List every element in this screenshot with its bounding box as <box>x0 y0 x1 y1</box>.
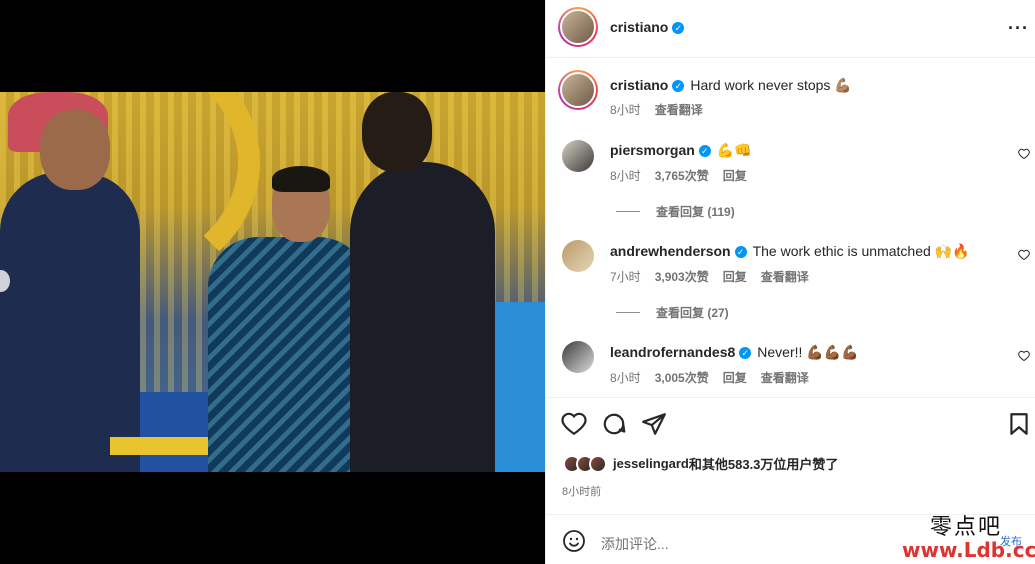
post-header: cristiano ✓ ··· <box>546 0 1035 58</box>
instagram-post-view: cristiano ✓ ··· cristiano ✓ Hard work never… <box>0 0 1035 564</box>
comment-input[interactable]: 添加评论... <box>601 534 669 554</box>
caption-row: cristiano ✓ Hard work never stops 💪🏽 <box>610 77 852 94</box>
likes-summary: jesselingard 和其他583.3万位用户赞了 <box>563 454 838 473</box>
comment-username[interactable]: piersmorgan <box>610 142 695 158</box>
caption-text: Hard work never stops <box>690 77 831 93</box>
comment-reply-button[interactable]: 回复 <box>723 369 747 386</box>
caption-translate-link[interactable]: 查看翻译 <box>655 101 703 118</box>
caption-username[interactable]: cristiano <box>610 77 668 93</box>
comment-username[interactable]: andrewhenderson <box>610 243 731 259</box>
verified-badge-icon: ✓ <box>698 145 711 158</box>
verified-badge-icon: ✓ <box>734 246 747 259</box>
comment-time[interactable]: 8小时 <box>610 369 641 386</box>
comment-like-heart-icon[interactable] <box>1018 148 1030 160</box>
verified-badge-icon: ✓ <box>672 22 685 35</box>
comment-likes[interactable]: 3,765次赞 <box>655 167 709 184</box>
view-replies-label: 查看回复 (27) <box>656 306 729 320</box>
comment-emoji: 🙌🔥 <box>934 243 970 259</box>
send-icon[interactable] <box>641 411 667 437</box>
liker-avatars[interactable] <box>563 454 607 473</box>
comment-avatar[interactable] <box>562 341 594 373</box>
comment-time[interactable]: 7小时 <box>610 268 641 285</box>
comment-text: Never!! <box>757 344 803 360</box>
verified-badge-icon: ✓ <box>739 347 752 360</box>
post-photo <box>0 92 545 472</box>
liker-username[interactable]: jesselingard <box>613 456 689 471</box>
comment-reply-button[interactable]: 回复 <box>723 167 747 184</box>
view-replies-label: 查看回复 (119) <box>656 205 735 219</box>
watermark-title: 零点吧 <box>930 515 1003 540</box>
comment-likes[interactable]: 3,005次赞 <box>655 369 709 386</box>
watermark-logo: 零点吧 www.Ldb.cc 发布 <box>902 506 1035 564</box>
comment-translate-link[interactable]: 查看翻译 <box>761 369 809 386</box>
post-side-panel: cristiano ✓ ··· cristiano ✓ Hard work never… <box>545 0 1035 564</box>
comment-text: The work ethic is unmatched <box>752 243 931 259</box>
post-time[interactable]: 8小时前 <box>562 483 601 499</box>
comment-emoji: 💪👊 <box>716 142 752 158</box>
post-media <box>0 0 545 564</box>
bookmark-icon[interactable] <box>1006 411 1032 437</box>
comment-translate-link[interactable]: 查看翻译 <box>761 268 809 285</box>
comment-reply-button[interactable]: 回复 <box>723 268 747 285</box>
comment-like-heart-icon[interactable] <box>1018 249 1030 261</box>
caption-time[interactable]: 8小时 <box>610 101 641 118</box>
caption-avatar[interactable] <box>558 70 598 110</box>
view-replies-button[interactable]: 查看回复 (119) <box>616 203 735 220</box>
comment-avatar[interactable] <box>562 140 594 172</box>
comment-emoji: 💪🏾💪🏾💪🏾 <box>806 344 859 360</box>
comment-meta: 7小时 3,903次赞 回复 查看翻译 <box>610 268 809 285</box>
author-username[interactable]: cristiano ✓ <box>610 19 685 35</box>
likes-count[interactable]: 和其他583.3万位用户赞了 <box>689 454 839 473</box>
caption-emoji: 💪🏽 <box>834 77 852 93</box>
caption-meta: 8小时 查看翻译 <box>610 101 703 118</box>
smile-icon[interactable] <box>562 529 586 553</box>
watermark-publish: 发布 <box>1000 536 1022 548</box>
comment-time[interactable]: 8小时 <box>610 167 641 184</box>
comment-username[interactable]: leandrofernandes8 <box>610 344 735 360</box>
comment-row: leandrofernandes8 ✓ Never!! 💪🏾💪🏾💪🏾 <box>610 344 859 361</box>
comment-icon[interactable] <box>601 411 627 437</box>
comment-avatar[interactable] <box>562 240 594 272</box>
more-options-icon[interactable]: ··· <box>1008 18 1029 39</box>
comment-meta: 8小时 3,765次赞 回复 <box>610 167 747 184</box>
comment-like-heart-icon[interactable] <box>1018 350 1030 362</box>
comment-row: piersmorgan ✓ 💪👊 <box>610 142 752 159</box>
verified-badge-icon: ✓ <box>672 80 685 93</box>
view-replies-button[interactable]: 查看回复 (27) <box>616 304 729 321</box>
comment-likes[interactable]: 3,903次赞 <box>655 268 709 285</box>
heart-icon[interactable] <box>561 411 587 437</box>
author-avatar[interactable] <box>558 7 598 47</box>
comment-meta: 8小时 3,005次赞 回复 查看翻译 <box>610 369 809 386</box>
comment-row: andrewhenderson ✓ The work ethic is unmatc… <box>610 243 970 260</box>
actions-divider <box>546 397 1035 398</box>
